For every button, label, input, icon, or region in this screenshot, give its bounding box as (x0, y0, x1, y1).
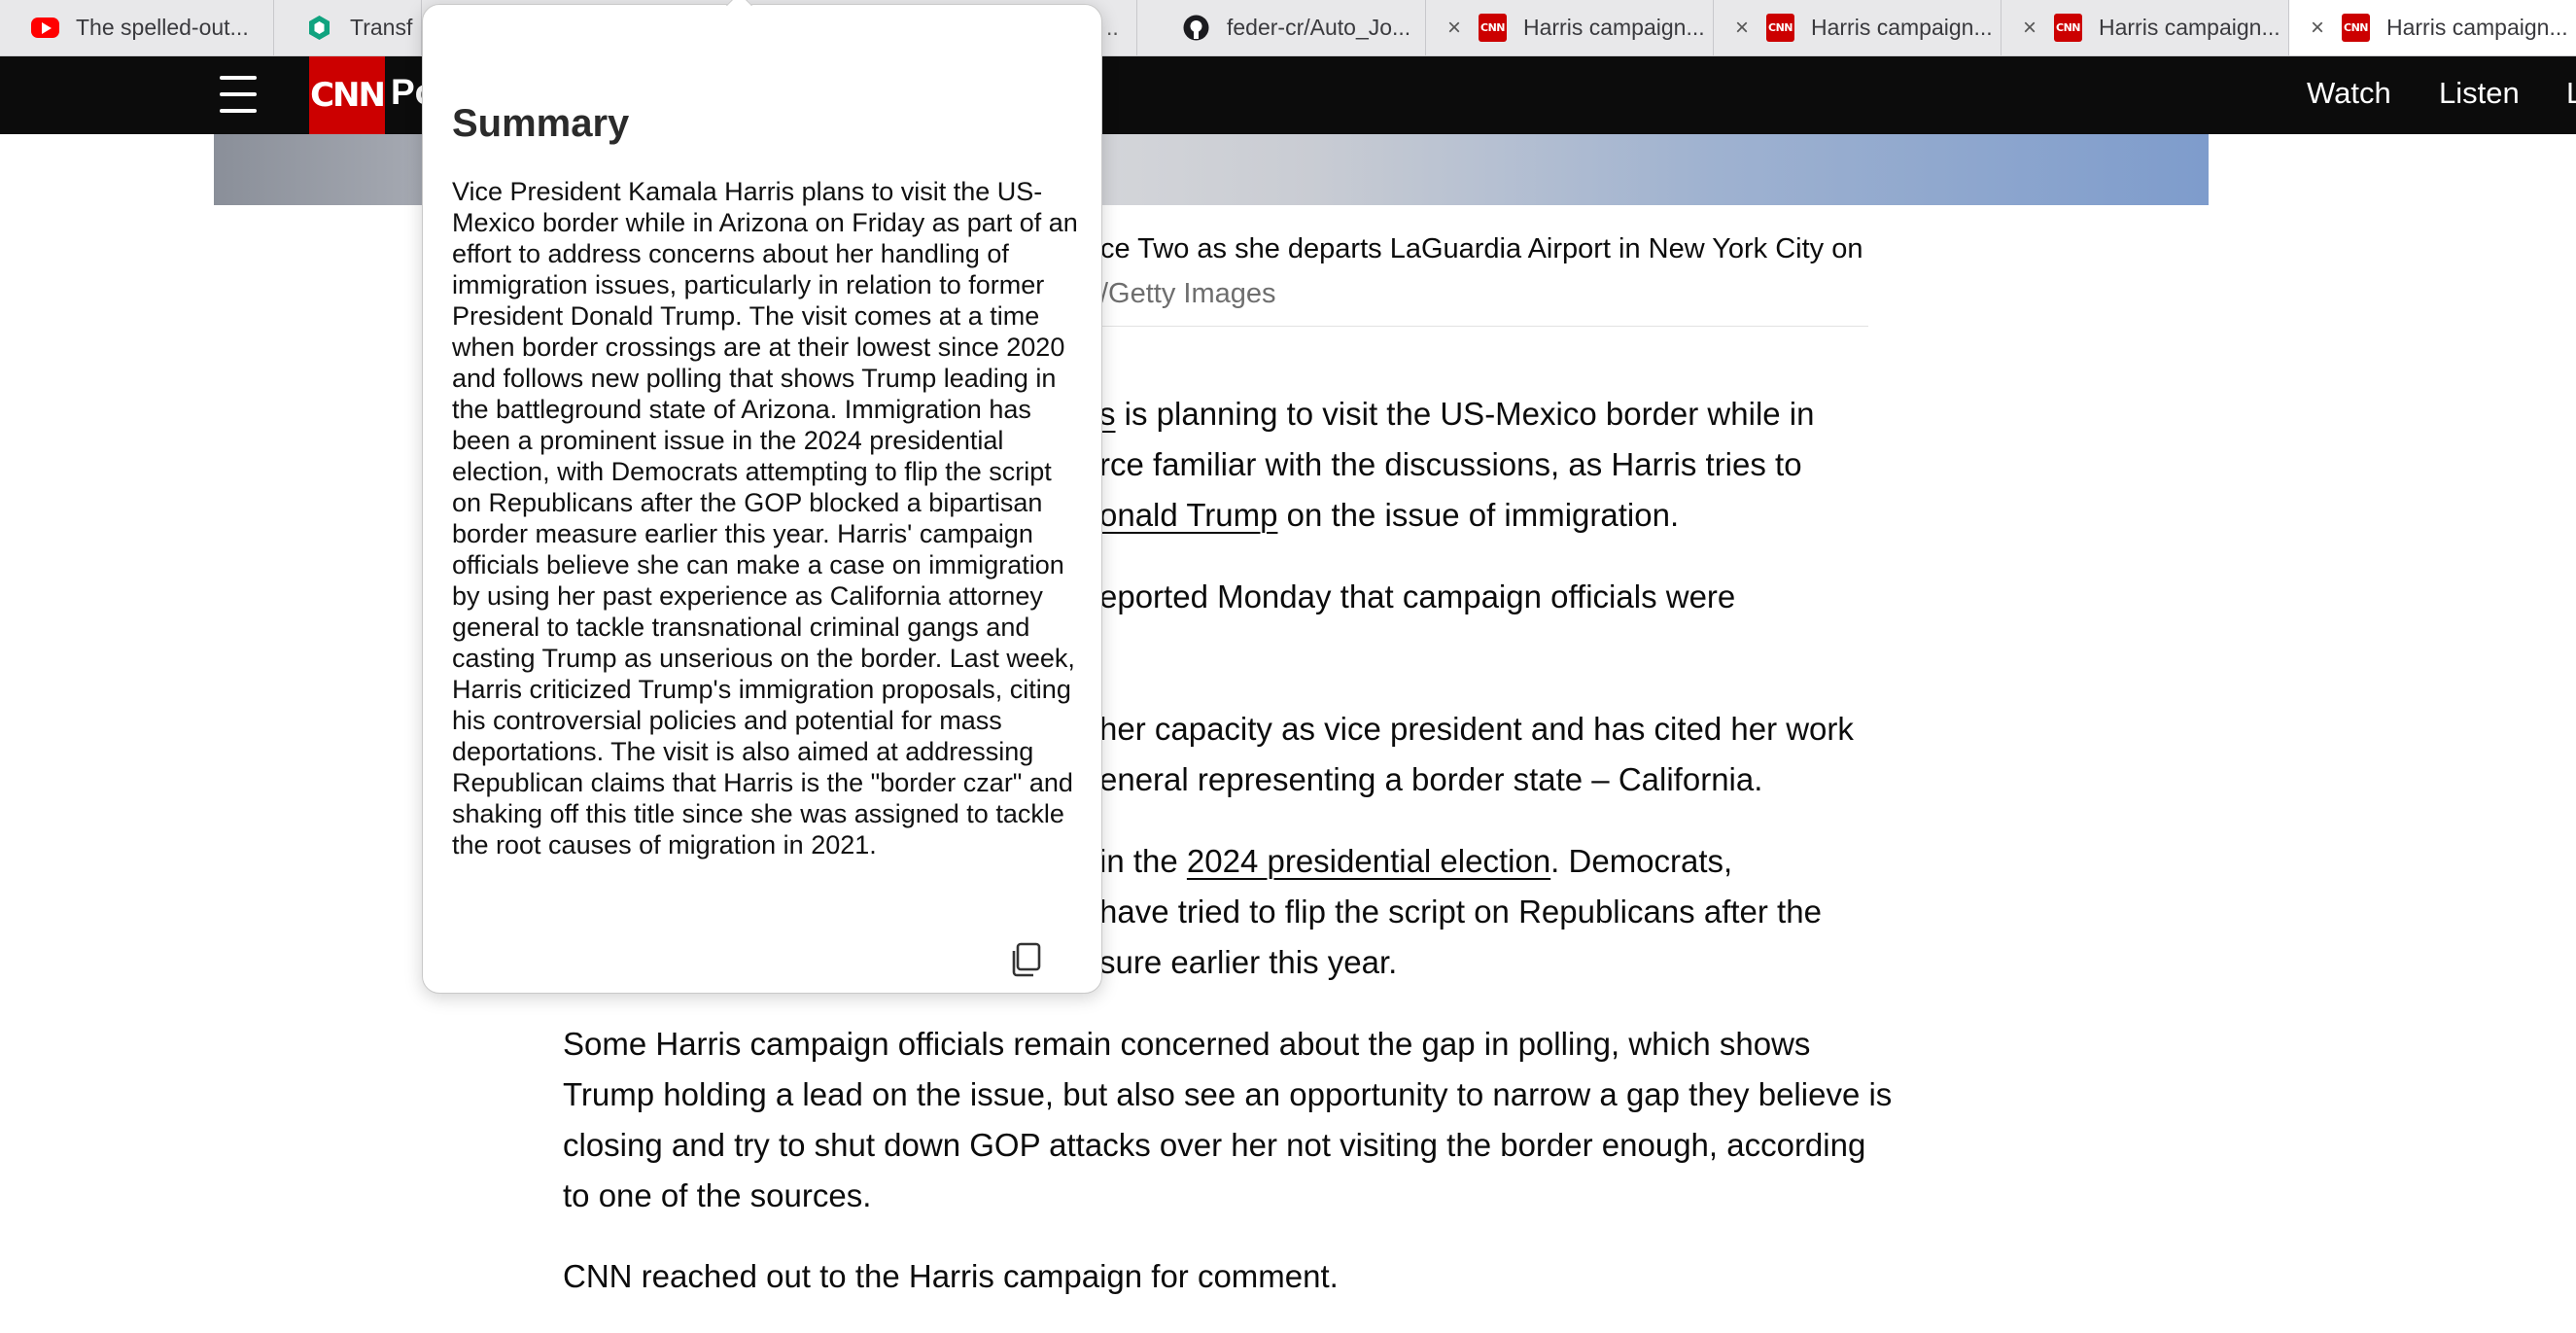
nav-more[interactable]: L (2566, 76, 2576, 111)
cnn-icon: CNN (2054, 14, 2082, 42)
cnn-logo[interactable]: CNN (309, 56, 386, 134)
article-paragraph-6: CNN reached out to the Harris campaign f… (563, 1258, 1339, 1294)
cnn-icon: CNN (1479, 14, 1507, 42)
tab-transf[interactable]: Transf (274, 0, 422, 55)
tab-label: Harris campaign... (2099, 15, 2280, 40)
chatgpt-icon (305, 14, 333, 42)
popup-summary-text: Vice President Kamala Harris plans to vi… (452, 177, 1078, 859)
tab-cnn-3[interactable]: × CNN Harris campaign... (2002, 0, 2289, 55)
popup-notch (726, 0, 752, 18)
menu-icon[interactable] (220, 76, 257, 113)
donald-trump-link[interactable]: onald Trump (1099, 497, 1277, 533)
tab-cnn-1[interactable]: × CNN Harris campaign... (1426, 0, 1714, 55)
tab-github[interactable]: feder-cr/Auto_Jo... (1137, 0, 1426, 55)
browser-tab-strip: The spelled-out... Transf .. feder-cr/Au… (0, 0, 2576, 56)
article-paragraph-5: Some Harris campaign officials remain co… (563, 1026, 1893, 1213)
election-link[interactable]: 2024 presidential election (1187, 843, 1550, 879)
tab-label: Harris campaign... (2386, 15, 2568, 40)
tab-label: Harris campaign... (1811, 15, 1993, 40)
tab-label: Harris campaign... (1523, 15, 1705, 40)
tab-youtube[interactable]: The spelled-out... (0, 0, 274, 55)
nav-listen[interactable]: Listen (2439, 76, 2520, 111)
popup-title: Summary (452, 102, 630, 145)
copy-icon[interactable] (1006, 940, 1045, 979)
tab-partial[interactable]: .. (1102, 0, 1137, 55)
tab-close-icon[interactable]: × (1727, 15, 1757, 42)
tab-close-icon[interactable]: × (2303, 15, 2332, 42)
nav-watch[interactable]: Watch (2307, 76, 2391, 111)
cnn-icon: CNN (1766, 14, 1794, 42)
tab-label: Transf (350, 15, 413, 40)
tab-close-icon[interactable]: × (1440, 15, 1469, 42)
tab-cnn-2[interactable]: × CNN Harris campaign... (1714, 0, 2002, 55)
tab-label: The spelled-out... (76, 15, 249, 40)
site-header: CNN Po Watch Listen L (0, 56, 2576, 134)
tab-label: feder-cr/Auto_Jo... (1227, 15, 1411, 40)
tab-close-icon[interactable]: × (2015, 15, 2044, 42)
tab-cnn-active[interactable]: × CNN Harris campaign... (2289, 0, 2576, 55)
youtube-icon (31, 18, 59, 38)
summary-popup: Summary Vice President Kamala Harris pla… (422, 0, 1102, 994)
github-icon (1182, 14, 1210, 42)
cnn-icon: CNN (2342, 14, 2370, 42)
